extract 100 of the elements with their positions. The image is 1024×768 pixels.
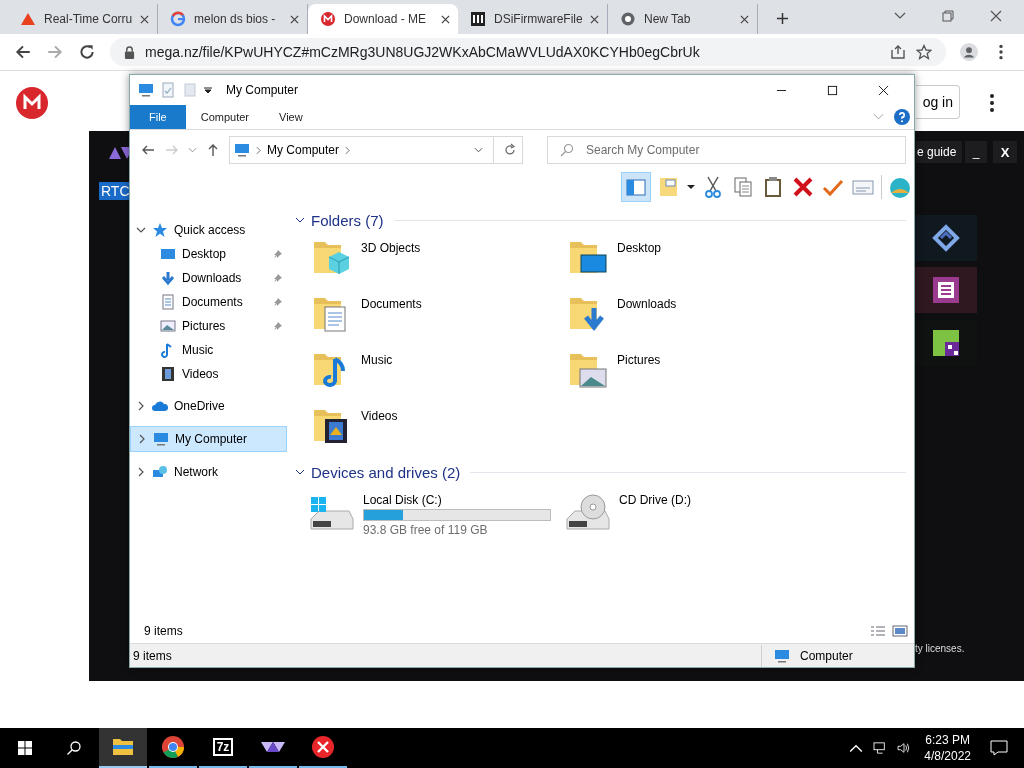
clock-date[interactable]: 4/8/2022: [924, 748, 971, 764]
close-icon[interactable]: [441, 14, 450, 24]
document-icon: [931, 275, 961, 305]
pane-icon[interactable]: [621, 172, 651, 202]
star-icon: [152, 222, 168, 238]
close-icon[interactable]: [740, 14, 749, 24]
tab-title: Download - ME: [344, 12, 428, 26]
close-icon[interactable]: [590, 14, 599, 24]
search-field[interactable]: Search My Computer: [547, 136, 906, 164]
nav-item[interactable]: Videos: [130, 362, 287, 386]
nav-item[interactable]: Music: [130, 338, 287, 362]
url-text: mega.nz/file/KPwUHYCZ#mCzMRg3UN8UGJ2WKxAbCMaWVLUdAX0KCYHb0egCbrUk: [145, 44, 701, 60]
folder-name: Downloads: [617, 296, 677, 311]
guide-button[interactable]: e guide: [916, 141, 963, 163]
chevron-down-icon[interactable]: [894, 12, 906, 20]
star-icon[interactable]: [916, 44, 932, 60]
tab-title: New Tab: [644, 12, 692, 26]
building-icon: [470, 11, 486, 27]
pin-icon[interactable]: [273, 249, 283, 259]
computer-icon: [774, 647, 790, 664]
login-button[interactable]: og in: [916, 85, 960, 119]
mega-logo-icon[interactable]: [16, 87, 48, 119]
triangle-icon: [20, 11, 36, 27]
menu-icon[interactable]: [989, 93, 995, 113]
chevron-right-icon[interactable]: [136, 401, 146, 411]
folder-name: Videos: [361, 408, 398, 423]
help-icon[interactable]: [894, 109, 910, 125]
nav-item[interactable]: Quick access: [130, 218, 287, 242]
error-icon: [311, 735, 335, 759]
taskbar-app[interactable]: 7z: [199, 728, 247, 768]
ribbon-tab[interactable]: File: [130, 105, 186, 129]
mega-logo-icon: [320, 11, 336, 27]
licenses-text: ty licenses.: [915, 643, 965, 654]
back-icon[interactable]: [14, 43, 32, 61]
folder-name: 3D Objects: [361, 240, 421, 255]
folder-name: Pictures: [617, 352, 661, 367]
nav-item[interactable]: Desktop: [130, 242, 287, 266]
ribbon-tab[interactable]: View: [264, 105, 318, 129]
chevron-down-icon[interactable]: [136, 225, 146, 235]
chrome-icon: [161, 735, 185, 759]
address-bar[interactable]: mega.nz/file/KPwUHYCZ#mCzMRg3UN8UGJ2WKxAbCMaWVLUdAX0KCYHb0egCbrUk: [110, 38, 946, 66]
network-icon[interactable]: [873, 742, 888, 754]
minimize-button[interactable]: _: [965, 141, 987, 163]
profile-icon[interactable]: [960, 43, 978, 61]
chevron-down-icon[interactable]: [295, 469, 305, 475]
cd-drive-icon[interactable]: [563, 493, 611, 533]
close-icon[interactable]: [290, 14, 299, 24]
network-icon: [152, 464, 168, 480]
address-field[interactable]: My Computer: [229, 136, 523, 164]
nav-item[interactable]: Pictures: [130, 314, 287, 338]
nav-item[interactable]: Downloads: [130, 266, 287, 290]
speaker-icon[interactable]: [897, 742, 912, 754]
delete-icon[interactable]: [791, 175, 815, 199]
computer-icon: [138, 82, 154, 98]
drive-name: Local Disk (C:): [363, 492, 443, 507]
computer-icon: [153, 431, 169, 447]
tiles-view-icon[interactable]: [892, 625, 908, 637]
clock-time[interactable]: 6:23 PM: [925, 732, 970, 748]
app-tile[interactable]: [915, 267, 977, 313]
nav-item[interactable]: Network: [130, 460, 287, 484]
close-button[interactable]: X: [993, 141, 1017, 163]
pin-icon[interactable]: [273, 297, 283, 307]
nav-item[interactable]: Documents: [130, 290, 287, 314]
item-count: 9 items: [144, 624, 183, 638]
ribbon-tab[interactable]: Computer: [185, 105, 265, 129]
folder-name: Music: [361, 352, 393, 367]
chevron-down-icon[interactable]: [295, 217, 305, 223]
restore-icon[interactable]: [942, 10, 954, 22]
app-tile[interactable]: [915, 215, 977, 261]
folder-name: Desktop: [617, 240, 662, 255]
tab-title: DSiFirmwareFile: [494, 12, 582, 26]
pin-icon[interactable]: [273, 321, 283, 331]
nav-item[interactable]: My Computer: [130, 426, 287, 452]
status-count: 9 items: [132, 648, 173, 663]
tab-title: Real-Time Corru: [44, 12, 132, 26]
notifications-icon[interactable]: [990, 740, 1008, 756]
chevron-right-icon[interactable]: [136, 467, 146, 477]
dropdown-icon[interactable]: [204, 86, 212, 94]
taskbar-app[interactable]: [99, 728, 147, 768]
maximize-icon[interactable]: [827, 84, 838, 96]
search-icon: [559, 142, 575, 158]
folder-name: Documents: [361, 296, 422, 311]
new-tab-icon[interactable]: [776, 12, 789, 25]
checker-icon: [931, 328, 961, 358]
close-icon[interactable]: [878, 84, 889, 96]
drive-name: CD Drive (D:): [619, 492, 691, 507]
reload-icon[interactable]: [78, 43, 96, 61]
chevron-right-icon[interactable]: [137, 434, 147, 444]
computer-icon: [234, 142, 250, 158]
nav-item[interactable]: OneDrive: [130, 394, 287, 418]
group-heading[interactable]: Devices and drives (2): [311, 463, 461, 481]
browser-tab[interactable]: Download - ME: [308, 4, 458, 34]
pin-icon[interactable]: [273, 273, 283, 283]
share-icon[interactable]: [890, 44, 906, 60]
refresh-icon[interactable]: [502, 142, 518, 158]
chevron-up-icon[interactable]: [849, 742, 864, 754]
close-icon[interactable]: [140, 14, 149, 24]
group-heading[interactable]: Folders (7): [311, 211, 384, 229]
interlocked-icon: [931, 223, 961, 253]
dropdown-icon[interactable]: [687, 183, 695, 191]
